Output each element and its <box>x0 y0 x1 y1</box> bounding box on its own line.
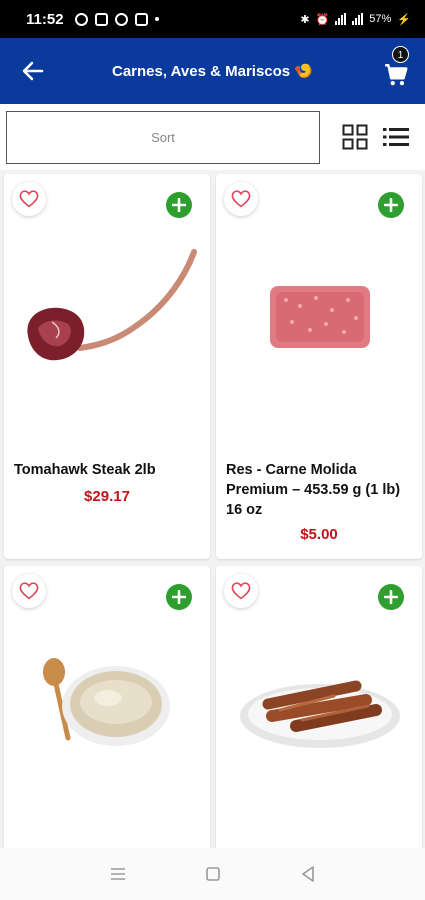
product-grid: Tomahawk Steak 2lb $29.17 Res - Carne Mo… <box>0 170 425 848</box>
system-nav-bar <box>0 848 425 900</box>
list-view-button[interactable] <box>383 126 409 153</box>
add-to-cart-button[interactable] <box>378 584 404 610</box>
product-name: Tomahawk Steak 2lb <box>14 462 156 478</box>
status-time: 11:52 <box>26 10 64 28</box>
signal-icon <box>335 13 347 25</box>
product-image <box>270 286 370 348</box>
product-card[interactable]: Tomahawk Steak 2lb $29.17 <box>4 174 210 559</box>
add-to-cart-button[interactable] <box>166 584 192 610</box>
back-nav-button[interactable] <box>293 859 323 889</box>
signal-2-icon <box>352 13 364 25</box>
app-icon <box>94 12 108 26</box>
cart-button[interactable]: 1 <box>383 46 413 90</box>
product-image <box>27 249 197 361</box>
plus-icon <box>172 590 186 604</box>
product-name: Res - Carne Molida Premium – 453.59 g (1… <box>226 462 401 518</box>
product-card[interactable] <box>216 566 422 848</box>
plus-icon <box>384 590 398 604</box>
more-notifications-dot <box>154 17 159 21</box>
product-price: $5.00 <box>300 526 338 543</box>
notification-icon <box>114 12 128 26</box>
product-card[interactable]: Res - Carne Molida Premium – 453.59 g (1… <box>216 174 422 559</box>
plus-icon <box>384 198 398 212</box>
home-square-icon <box>205 867 220 881</box>
add-to-cart-button[interactable] <box>378 192 404 218</box>
favorite-button[interactable] <box>12 574 46 608</box>
home-button[interactable] <box>198 859 228 889</box>
status-bar: 11:52 ✱ ⏰ 57% ⚡ <box>0 0 425 38</box>
menu-icon <box>110 868 125 880</box>
sort-label: Sort <box>151 130 175 145</box>
recent-apps-button[interactable] <box>103 859 133 889</box>
list-view-icon <box>383 128 409 146</box>
plus-icon <box>172 198 186 212</box>
bluetooth-icon: ✱ <box>300 13 310 26</box>
sort-dropdown[interactable]: Sort <box>6 111 320 164</box>
heart-icon <box>231 582 251 600</box>
app-header: Carnes, Aves & Mariscos 🍤 1 <box>0 38 425 104</box>
battery-level: 57% <box>369 13 392 25</box>
page-title: Carnes, Aves & Mariscos 🍤 <box>112 63 313 80</box>
favorite-button[interactable] <box>224 182 258 216</box>
back-triangle-icon <box>301 866 314 882</box>
status-right: ✱ ⏰ 57% ⚡ <box>300 13 411 26</box>
product-card[interactable] <box>4 566 210 848</box>
grid-view-icon <box>342 124 368 150</box>
whatsapp-icon <box>74 12 88 26</box>
heart-icon <box>19 190 39 208</box>
status-left: 11:52 <box>26 11 159 28</box>
cart-icon <box>385 64 408 86</box>
cart-count-badge: 1 <box>392 46 409 63</box>
favorite-button[interactable] <box>224 574 258 608</box>
product-image <box>43 658 170 746</box>
charging-icon: ⚡ <box>397 13 411 26</box>
product-price: $29.17 <box>84 488 130 505</box>
product-image <box>240 680 400 748</box>
heart-icon <box>231 190 251 208</box>
grid-view-button[interactable] <box>342 124 368 155</box>
add-to-cart-button[interactable] <box>166 192 192 218</box>
heart-icon <box>19 582 39 600</box>
alarm-icon: ⏰ <box>315 13 330 26</box>
favorite-button[interactable] <box>12 182 46 216</box>
mail-icon <box>134 12 148 26</box>
